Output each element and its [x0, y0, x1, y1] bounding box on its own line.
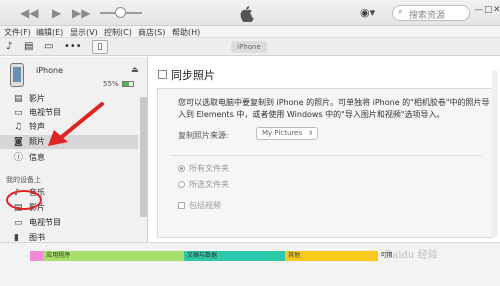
storage-segment	[30, 251, 44, 261]
sync-photos-panel: 您可以选取电脑中要复制到 iPhone 的照片。可单独将 iPhone 的"相机…	[157, 88, 493, 238]
fast-forward-icon[interactable]: ▶▶	[72, 6, 90, 20]
search-placeholder: 搜索资源	[409, 11, 446, 21]
rewind-icon[interactable]: ◀◀	[20, 6, 38, 20]
device-button[interactable]: ▯	[92, 40, 108, 54]
highlight-circle	[6, 190, 42, 210]
on-device-heading: 我的设备上	[6, 176, 41, 184]
title-bar: ◀◀ ▶ ▶▶ ◉▾ ⌕ 搜索资源 — □ ✕	[0, 0, 500, 26]
storage-segment: 应用程序	[43, 251, 184, 261]
info-icon: ⓘ	[14, 153, 24, 163]
music-icon[interactable]: ♪	[6, 41, 12, 53]
eject-icon[interactable]: ⏏	[131, 65, 139, 74]
source-select[interactable]: My Pictures ⇕	[256, 127, 318, 140]
minimize-button[interactable]: —	[474, 5, 483, 15]
volume-slider-knob[interactable]	[115, 7, 126, 18]
battery-percent: 55%	[103, 80, 119, 88]
sidebar-item-info[interactable]: ⓘ 信息	[0, 151, 138, 165]
selected-folders-label: 所选文件夹	[189, 180, 229, 189]
sidebar-scrollbar[interactable]	[140, 97, 147, 217]
device-name: iPhone	[36, 66, 64, 75]
annotation-arrow	[48, 102, 104, 146]
apple-logo-icon	[240, 6, 254, 22]
sync-photos-title: 同步照片	[171, 69, 215, 82]
all-folders-label: 所有文件夹	[189, 164, 229, 173]
watermark: Baidu 经验	[385, 250, 438, 261]
include-videos-label: 包括视频	[189, 201, 221, 210]
menu-edit[interactable]: 编辑(E)	[36, 27, 63, 38]
close-button[interactable]: ✕	[493, 5, 500, 15]
divider	[170, 155, 482, 156]
sidebar-item-label: 电视节目	[29, 218, 61, 227]
source-label: 复制照片来源:	[178, 131, 229, 140]
include-videos-checkbox[interactable]	[178, 202, 185, 209]
battery-icon	[122, 81, 134, 87]
device-tab[interactable]: iPhone	[231, 41, 267, 53]
bell-icon: ♫	[14, 122, 23, 132]
storage-segment: 其他	[285, 251, 378, 261]
play-icon[interactable]: ▶	[52, 6, 61, 20]
toolbar: ♪ ▤ ▭ ••• ▯ iPhone	[0, 38, 500, 56]
sidebar-item-label: 信息	[29, 153, 45, 162]
menu-store[interactable]: 商店(S)	[138, 27, 165, 38]
selected-folders-radio[interactable]	[178, 181, 185, 188]
main-panel: 同步照片 您可以选取电脑中要复制到 iPhone 的照片。可单独将 iPhone…	[149, 57, 500, 242]
tv-icon[interactable]: ▭	[44, 41, 53, 53]
sync-description: 您可以选取电脑中要复制到 iPhone 的照片。可单独将 iPhone 的"相机…	[178, 98, 490, 119]
menu-help[interactable]: 帮助(H)	[172, 27, 200, 38]
tv-icon: ▭	[14, 108, 23, 118]
main-scrollbar[interactable]	[492, 71, 498, 237]
film-icon: ▤	[14, 94, 23, 104]
camera-icon: ◙	[14, 137, 23, 147]
chevron-down-icon: ⇕	[307, 130, 313, 137]
menu-controls[interactable]: 控制(C)	[104, 27, 132, 38]
source-select-value: My Pictures	[262, 129, 303, 137]
menu-bar: 文件(F) 编辑(E) 显示(V) 控制(C) 商店(S) 帮助(H)	[0, 26, 500, 38]
tv-icon: ▭	[14, 218, 23, 228]
search-box[interactable]: ⌕ 搜索资源	[392, 5, 470, 21]
sidebar-item-device-tv-shows[interactable]: ▭ 电视节目	[0, 216, 138, 230]
account-icon[interactable]: ◉▾	[360, 6, 375, 19]
storage-segment: 文稿与数据	[183, 251, 286, 261]
sync-photos-checkbox[interactable]	[158, 70, 167, 79]
film-icon[interactable]: ▤	[24, 41, 33, 53]
menu-file[interactable]: 文件(F)	[4, 27, 31, 38]
more-icon[interactable]: •••	[64, 41, 82, 53]
maximize-button[interactable]: □	[484, 5, 493, 15]
storage-area: 应用程序 文稿与数据 其他 可用 Baidu 经验	[0, 242, 500, 286]
search-icon: ⌕	[398, 7, 404, 17]
all-folders-radio[interactable]	[178, 165, 185, 172]
iphone-icon	[10, 63, 24, 87]
menu-view[interactable]: 显示(V)	[70, 27, 98, 38]
